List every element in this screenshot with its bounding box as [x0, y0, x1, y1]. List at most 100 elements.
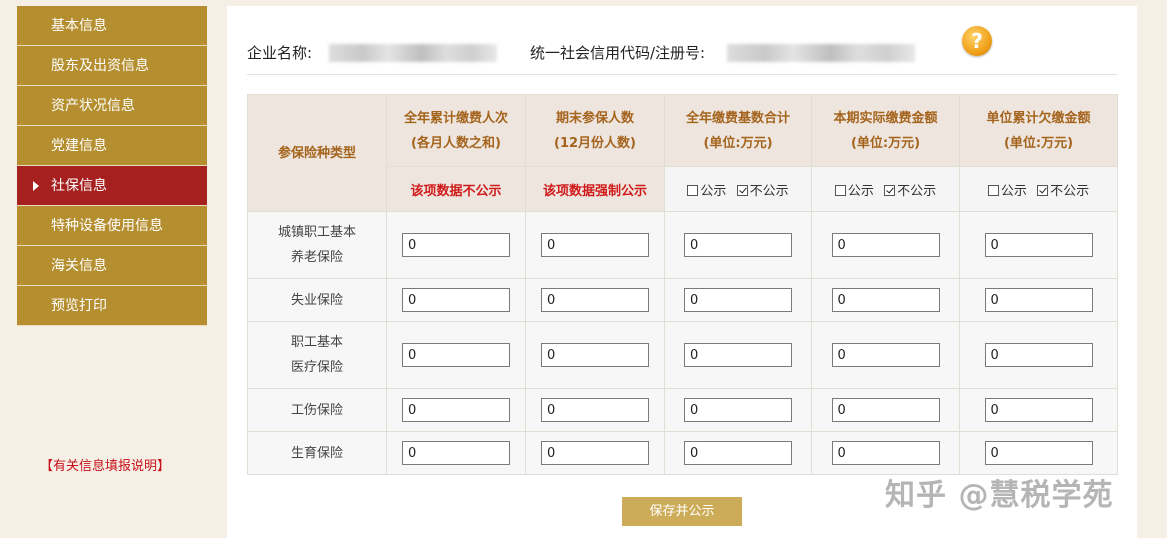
public-checkbox[interactable] [687, 184, 699, 196]
insured-count-input[interactable] [541, 343, 649, 367]
watermark: 知乎 @慧税学苑 [885, 478, 1114, 513]
private-checkbox[interactable] [736, 184, 748, 196]
contribution-base-input[interactable] [684, 398, 792, 422]
contributors-input[interactable] [402, 343, 510, 367]
column-header-arrears: 单位累计欠缴金额 (单位:万元) [959, 94, 1118, 167]
disclosure-options: 公示 不公示 [811, 166, 960, 212]
sidebar-item-label: 资产状况信息 [51, 98, 135, 114]
table-row-pension: 城镇职工基本 养老保险 [247, 211, 1118, 279]
sidebar-item-label: 基本信息 [51, 18, 107, 34]
company-name-label: 企业名称: [247, 44, 313, 62]
actual-payment-input[interactable] [831, 343, 940, 367]
credit-code-label: 统一社会信用代码/注册号: [530, 44, 706, 62]
caret-right-icon [33, 181, 39, 191]
insured-count-input[interactable] [541, 398, 649, 422]
question-icon[interactable]: ? [962, 26, 992, 56]
sidebar-item-label: 特种设备使用信息 [51, 218, 163, 234]
arrears-input[interactable] [984, 441, 1093, 465]
table-row-medical: 职工基本 医疗保险 [247, 321, 1118, 389]
column-header-line: (12月份人数) [554, 135, 636, 151]
column-header-line: 全年累计缴费人次 [403, 110, 508, 126]
private-checkbox[interactable] [1037, 184, 1049, 196]
insurance-type-cell: 生育保险 [247, 431, 387, 475]
insured-count-input[interactable] [541, 233, 649, 257]
disclosure-note: 该项数据不公示 [386, 166, 526, 212]
public-label: 公示 [700, 183, 727, 199]
column-header-total-contributors: 全年累计缴费人次 (各月人数之和) [386, 94, 526, 167]
company-name-redacted [329, 44, 497, 62]
contributors-input[interactable] [402, 398, 510, 422]
sidebar-item-label: 股东及出资信息 [51, 58, 149, 74]
public-label: 公示 [847, 183, 874, 199]
insurance-type-line: 医疗保险 [290, 360, 343, 375]
sidebar-item-preview-print[interactable]: 预览打印 [17, 286, 207, 326]
insurance-type-header: 参保险种类型 [247, 94, 387, 212]
column-header-line: 全年缴费基数合计 [685, 110, 790, 126]
sidebar-item-basic-info[interactable]: 基本信息 [17, 6, 207, 46]
arrears-input[interactable] [984, 288, 1093, 312]
actual-payment-input[interactable] [831, 233, 940, 257]
table-row-work-injury: 工伤保险 [247, 388, 1118, 432]
insurance-type-cell: 城镇职工基本 养老保险 [247, 211, 387, 279]
contribution-base-input[interactable] [684, 288, 792, 312]
social-insurance-table: 参保险种类型 全年累计缴费人次 (各月人数之和) 期末参保人数 (12月份人数) 全… [247, 94, 1118, 475]
disclosure-note: 该项数据强制公示 [525, 166, 665, 212]
sidebar-item-customs-info[interactable]: 海关信息 [17, 246, 207, 286]
actual-payment-input[interactable] [831, 288, 940, 312]
contributors-input[interactable] [402, 288, 510, 312]
public-label: 公示 [1000, 183, 1027, 199]
private-checkbox[interactable] [884, 184, 896, 196]
disclosure-options: 公示 不公示 [664, 166, 812, 212]
arrears-input[interactable] [984, 233, 1093, 257]
public-checkbox[interactable] [987, 184, 999, 196]
sidebar-item-social-insurance[interactable]: 社保信息 [17, 166, 207, 206]
actual-payment-input[interactable] [831, 441, 940, 465]
insured-count-input[interactable] [541, 441, 649, 465]
column-header-period-end-insured: 期末参保人数 (12月份人数) [525, 94, 665, 167]
column-header-line: 期末参保人数 [555, 110, 634, 126]
column-header-actual-payment: 本期实际缴费金额 (单位:万元) [811, 94, 960, 167]
private-label: 不公示 [749, 183, 789, 199]
insurance-type-cell: 失业保险 [247, 278, 387, 322]
actual-payment-input[interactable] [831, 398, 940, 422]
save-and-publish-button[interactable]: 保存并公示 [622, 497, 742, 526]
contribution-base-input[interactable] [684, 233, 792, 257]
credit-code-redacted [727, 44, 915, 62]
column-header-line: 本期实际缴费金额 [833, 110, 938, 126]
sidebar-item-special-equipment[interactable]: 特种设备使用信息 [17, 206, 207, 246]
sidebar-nav: 基本信息 股东及出资信息 资产状况信息 党建信息 社保信息 特种设备使用信息 海… [17, 6, 207, 326]
arrears-input[interactable] [984, 343, 1093, 367]
contribution-base-input[interactable] [684, 441, 792, 465]
sidebar-item-asset-info[interactable]: 资产状况信息 [17, 86, 207, 126]
disclosure-options: 公示 不公示 [959, 166, 1118, 212]
insurance-type-cell: 职工基本 医疗保险 [247, 321, 387, 389]
table-row-unemployment: 失业保险 [247, 278, 1118, 322]
filling-instructions-link[interactable]: 【有关信息填报说明】 [40, 455, 170, 474]
sidebar-item-party-info[interactable]: 党建信息 [17, 126, 207, 166]
sidebar-item-label: 海关信息 [51, 258, 107, 274]
contributors-input[interactable] [402, 233, 510, 257]
table-row-maternity: 生育保险 [247, 431, 1118, 475]
private-label: 不公示 [897, 183, 937, 199]
column-header-line: (单位:万元) [1003, 135, 1074, 151]
column-header-line: (单位:万元) [703, 135, 773, 151]
insured-count-input[interactable] [541, 288, 649, 312]
column-header-line: (各月人数之和) [411, 135, 501, 151]
sidebar-item-label: 党建信息 [51, 138, 107, 154]
main-panel: 企业名称: 统一社会信用代码/注册号: ? 参保险种类型 全年累计缴费人次 (各月… [227, 6, 1137, 538]
insurance-type-line: 城镇职工基本 [277, 225, 356, 240]
sidebar-item-label: 预览打印 [51, 298, 107, 314]
contribution-base-input[interactable] [684, 343, 792, 367]
sidebar-item-label: 社保信息 [51, 178, 107, 194]
insurance-type-line: 养老保险 [290, 250, 343, 265]
arrears-input[interactable] [984, 398, 1093, 422]
insurance-type-line: 职工基本 [290, 335, 343, 350]
contributors-input[interactable] [402, 441, 510, 465]
public-checkbox[interactable] [834, 184, 846, 196]
column-header-line: 单位累计欠缴金额 [986, 110, 1091, 126]
column-header-contribution-base: 全年缴费基数合计 (单位:万元) [664, 94, 812, 167]
column-header-line: (单位:万元) [850, 135, 921, 151]
private-label: 不公示 [1050, 183, 1090, 199]
sidebar-item-shareholder-info[interactable]: 股东及出资信息 [17, 46, 207, 86]
insurance-type-cell: 工伤保险 [247, 388, 387, 432]
